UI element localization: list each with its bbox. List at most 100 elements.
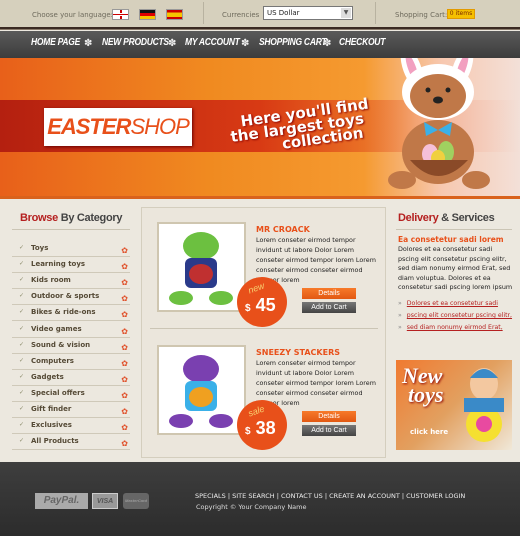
language-label: Choose your language: (32, 11, 113, 19)
flower-icon: ✿ (121, 294, 128, 304)
sidebar-item-category[interactable]: ✓ Special offers ✿ (12, 386, 130, 402)
paypal-logo: PayPal. (35, 493, 88, 509)
toy-illustration (169, 232, 233, 305)
flower-bullet-icon: ✽ (323, 38, 332, 49)
arrow-bullet-icon: » (398, 324, 402, 331)
check-icon: ✓ (19, 421, 25, 429)
hero-banner: EASTERSHOP Here you'll find the largest … (0, 58, 520, 198)
check-icon: ✓ (19, 276, 25, 284)
flower-icon: ✿ (121, 310, 128, 320)
sidebar-item-category[interactable]: ✓ All Products ✿ (12, 434, 130, 451)
nav-my-account[interactable]: MY ACCOUNT (185, 37, 240, 48)
easter-bear-illustration (388, 58, 490, 189)
currency-label: Currencies (222, 11, 260, 19)
sidebar-item-category[interactable]: ✓ Video games ✿ (12, 322, 130, 338)
chevron-down-icon: ▼ (341, 8, 351, 18)
category-label: Gift finder (31, 405, 72, 413)
site-logo[interactable]: EASTERSHOP (44, 108, 192, 146)
footer-link[interactable]: SITE SEARCH (232, 492, 275, 500)
delivery-link[interactable]: » Dolores et ea consetetur sadi (398, 300, 498, 307)
cart-label: Shopping Cart: (395, 11, 448, 19)
divider (150, 328, 378, 329)
divider (375, 2, 376, 24)
badge-label: new (246, 280, 266, 296)
check-icon: ✓ (19, 340, 25, 348)
category-label: Toys (31, 244, 49, 252)
check-icon: ✓ (19, 388, 25, 396)
arrow-bullet-icon: » (398, 300, 402, 307)
flag-uk-icon[interactable] (112, 9, 129, 20)
delivery-link[interactable]: » sed diam nonumy eirmod Erat, (398, 324, 503, 331)
flower-icon: ✿ (121, 358, 128, 368)
sidebar-item-category[interactable]: ✓ Kids room ✿ (12, 273, 130, 290)
product-description: Lorem conseter eirmod tempor invidunt ut… (256, 359, 376, 407)
details-button[interactable]: Details (302, 288, 356, 299)
flag-spain-icon[interactable] (166, 9, 183, 20)
category-label: All Products (31, 437, 79, 446)
footer-link[interactable]: CUSTOMER LOGIN (406, 492, 465, 500)
add-to-cart-button[interactable]: Add to Cart (302, 425, 356, 436)
sidebar-item-category[interactable]: ✓ Gift finder ✿ (12, 402, 130, 418)
delivery-link[interactable]: » pscing elit consetetur pscing elitr, (398, 312, 512, 319)
divider (396, 229, 512, 230)
badge-label: sale (246, 403, 266, 419)
sidebar-item-category[interactable]: ✓ Computers ✿ (12, 354, 130, 370)
product-description: Lorem conseter eirmod tempor invidunt ut… (256, 236, 376, 284)
price: $ 45 (245, 295, 276, 315)
category-label: Gadgets (31, 372, 64, 381)
flower-icon: ✿ (121, 262, 128, 272)
nav-shopping-cart[interactable]: SHOPPING CART (259, 37, 327, 48)
divider (0, 196, 520, 199)
child-photo (464, 368, 504, 442)
currency-select[interactable]: US Dollar ▼ (263, 6, 353, 20)
sidebar-item-category[interactable]: ✓ Bikes & ride-ons ✿ (12, 305, 130, 322)
product-image[interactable] (157, 222, 246, 312)
product-title[interactable]: MR CROACK (256, 225, 310, 234)
sidebar-item-category[interactable]: ✓ Exclusives ✿ (12, 418, 130, 435)
footer-link[interactable]: CONTACT US (281, 492, 323, 500)
divider (0, 27, 520, 30)
footer-links: SPECIALS | SITE SEARCH | CONTACT US | CR… (195, 492, 465, 500)
toy-illustration (169, 355, 233, 428)
flower-icon: ✿ (121, 278, 128, 288)
add-to-cart-button[interactable]: Add to Cart (302, 302, 356, 313)
category-label: Special offers (31, 388, 85, 397)
divider (12, 229, 130, 230)
promo-cta[interactable]: click here (410, 428, 448, 436)
flower-icon: ✿ (121, 326, 128, 336)
flower-icon: ✿ (121, 390, 128, 400)
category-label: Outdoor & sports (31, 292, 100, 301)
flag-germany-icon[interactable] (139, 9, 156, 20)
cart-count-badge[interactable]: 0 items (447, 9, 475, 19)
product-title[interactable]: SNEEZY STACKERS (256, 348, 340, 357)
nav-new-products[interactable]: NEW PRODUCTS (102, 37, 169, 48)
sidebar-item-category[interactable]: ✓ Learning toys ✿ (12, 257, 130, 274)
nav-home-page[interactable]: HOME PAGE (31, 37, 80, 48)
flower-icon: ✿ (121, 342, 128, 352)
divider (203, 2, 204, 24)
check-icon: ✓ (19, 260, 25, 268)
delivery-heading: Ea consetetur sadi lorem (398, 235, 504, 244)
price-badge: new $ 45 (240, 280, 284, 324)
category-label: Bikes & ride-ons (31, 308, 96, 317)
flower-icon: ✿ (121, 246, 128, 255)
nav-checkout[interactable]: CHECKOUT (339, 37, 385, 48)
footer-link[interactable]: SPECIALS (195, 492, 226, 500)
sidebar-item-category[interactable]: ✓ Sound & vision ✿ (12, 338, 130, 354)
mastercard-logo: MasterCard (123, 493, 149, 509)
sidebar-item-category[interactable]: ✓ Outdoor & sports ✿ (12, 289, 130, 306)
price-badge: sale $ 38 (240, 403, 284, 447)
flower-bullet-icon: ✽ (84, 38, 93, 49)
promo-heading: New toys (402, 363, 444, 407)
delivery-text: Dolores et ea consetetur sadi pscing eli… (398, 245, 513, 292)
category-label: Video games (31, 324, 82, 333)
category-label: Exclusives (31, 421, 72, 430)
new-toys-promo[interactable]: New toys click here (396, 360, 512, 450)
sidebar-item-category[interactable]: ✓ Gadgets ✿ (12, 370, 130, 386)
price: $ 38 (245, 418, 276, 438)
product-image[interactable] (157, 345, 246, 435)
footer-link[interactable]: CREATE AN ACCOUNT (329, 492, 400, 500)
details-button[interactable]: Details (302, 411, 356, 422)
flower-icon: ✿ (121, 374, 128, 384)
sidebar-item-category[interactable]: ✓ Toys ✿ (12, 241, 130, 257)
